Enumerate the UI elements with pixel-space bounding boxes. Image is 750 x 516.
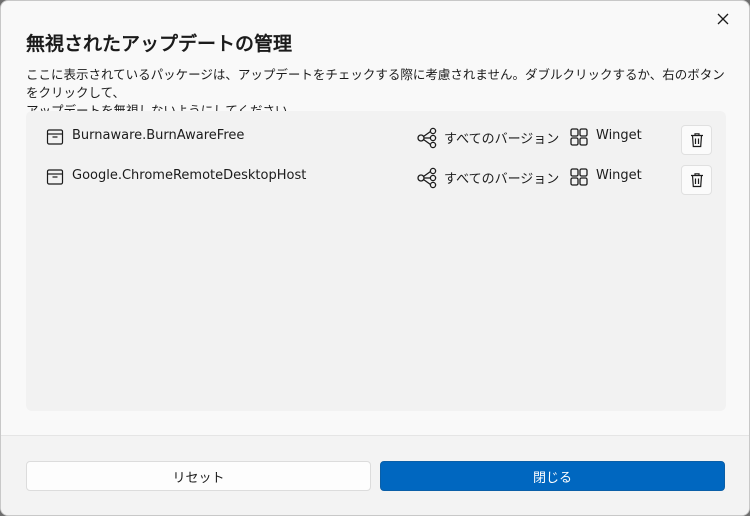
winget-grid-icon <box>570 128 588 146</box>
package-icon <box>46 169 64 185</box>
dialog-title: 無視されたアップデートの管理 <box>26 33 293 55</box>
version-branch-icon <box>417 127 437 149</box>
version-label: すべてのバージョン <box>444 132 560 147</box>
winget-grid-icon <box>570 168 588 186</box>
delete-button[interactable] <box>681 165 712 195</box>
version-label: すべてのバージョン <box>444 172 560 187</box>
trash-icon <box>690 173 703 188</box>
delete-button[interactable] <box>681 125 712 155</box>
list-item[interactable]: Google.ChromeRemoteDesktopHost すべてのバージョン… <box>26 156 726 196</box>
package-name: Google.ChromeRemoteDesktopHost <box>72 168 307 183</box>
package-name: Burnaware.BurnAwareFree <box>72 128 245 143</box>
version-branch-icon <box>417 167 437 189</box>
source-label: Winget <box>596 128 642 143</box>
close-icon <box>717 13 729 25</box>
ignored-packages-list: Burnaware.BurnAwareFree すべてのバージョン Winget <box>26 111 726 411</box>
ignored-updates-dialog: 無視されたアップデートの管理 ここに表示されているパッケージは、アップデートをチ… <box>0 0 750 516</box>
package-icon <box>46 129 64 145</box>
close-dialog-button[interactable] <box>707 5 739 33</box>
description-line-1: ここに表示されているパッケージは、アップデートをチェックする際に考慮されません。… <box>26 67 725 100</box>
close-button[interactable]: 閉じる <box>380 461 725 491</box>
reset-button[interactable]: リセット <box>26 461 371 491</box>
dialog-footer: リセット 閉じる <box>1 435 749 515</box>
source-label: Winget <box>596 168 642 183</box>
trash-icon <box>690 133 703 148</box>
list-item[interactable]: Burnaware.BurnAwareFree すべてのバージョン Winget <box>26 116 726 156</box>
